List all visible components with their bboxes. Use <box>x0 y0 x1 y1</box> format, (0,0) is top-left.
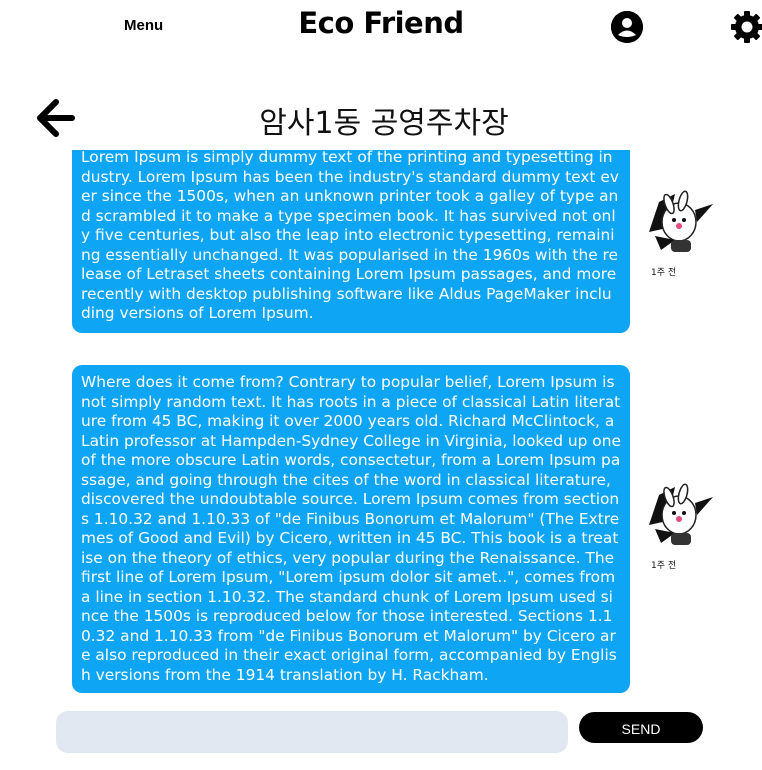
message-timestamp: 1주 전 <box>651 561 677 571</box>
gear-icon[interactable] <box>731 11 762 43</box>
app-title: Eco Friend <box>298 6 464 40</box>
send-button[interactable]: SEND <box>579 712 703 743</box>
top-navigation-bar: Menu Eco Friend <box>0 0 762 54</box>
user-circle-icon[interactable] <box>611 11 643 43</box>
message-bubble: Lorem Ipsum is simply dummy text of the … <box>72 150 630 333</box>
message-bubble: Where does it come from? Contrary to pop… <box>72 365 630 693</box>
message-timestamp: 1주 전 <box>651 268 677 278</box>
message-text: Where does it come from? Contrary to pop… <box>81 373 621 684</box>
cartoon-character-avatar[interactable] <box>645 481 715 551</box>
chat-room-title: 암사1동 공영주차장 <box>259 106 509 141</box>
message-text: Lorem Ipsum is simply dummy text of the … <box>81 150 619 322</box>
message-input[interactable] <box>56 711 568 753</box>
cartoon-character-avatar[interactable] <box>645 188 715 258</box>
